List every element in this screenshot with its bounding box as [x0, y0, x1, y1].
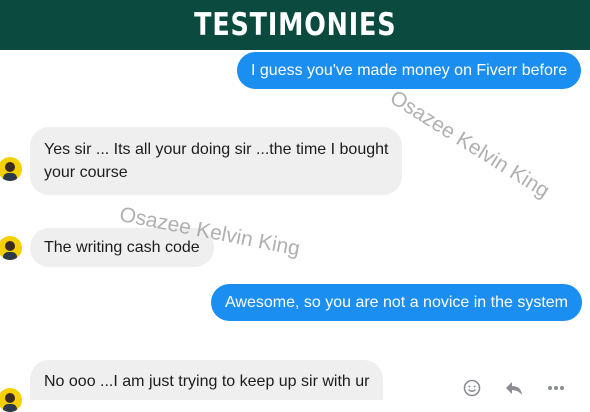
page-title: TESTIMONIES: [193, 7, 397, 43]
incoming-message-bubble[interactable]: Yes sir ... Its all your doing sir ...th…: [30, 127, 403, 195]
message-line: your course: [44, 164, 128, 181]
avatar-person-icon: [3, 393, 17, 412]
message-actions: [462, 378, 566, 398]
outgoing-message-bubble[interactable]: Awesome, so you are not a novice in the …: [211, 284, 582, 321]
more-icon[interactable]: [546, 378, 566, 398]
outgoing-message-bubble[interactable]: I guess you've made money on Fiverr befo…: [237, 52, 582, 89]
watermark-text: Osazee Kelvin King: [385, 86, 554, 203]
avatar-person-icon: [3, 241, 17, 260]
avatar[interactable]: [0, 388, 22, 412]
incoming-message-bubble[interactable]: No ooo ...I am just trying to keep up si…: [30, 360, 384, 400]
avatar-person-icon: [3, 162, 17, 181]
incoming-message-bubble[interactable]: The writing cash code: [30, 228, 214, 267]
emoji-icon[interactable]: [462, 378, 482, 398]
message-line: Yes sir ... Its all your doing sir ...th…: [44, 141, 389, 158]
header-banner: TESTIMONIES: [0, 0, 590, 50]
avatar[interactable]: [0, 236, 22, 260]
reply-icon[interactable]: [504, 378, 524, 398]
avatar[interactable]: [0, 157, 22, 181]
